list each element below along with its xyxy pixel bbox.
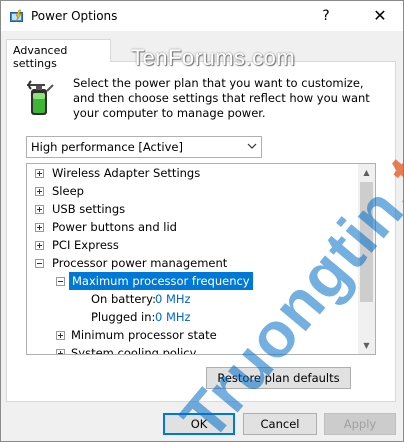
on-battery-value[interactable]: 0 MHz [155, 290, 191, 308]
close-button[interactable]: ✕ [357, 1, 403, 31]
collapse-minus-icon[interactable] [35, 259, 44, 268]
expand-plus-icon[interactable] [56, 331, 65, 340]
plugged-in-value[interactable]: 0 MHz [155, 308, 191, 326]
collapse-minus-icon[interactable] [56, 277, 65, 286]
power-plan-select[interactable]: High performance [Active] [26, 136, 262, 158]
tree-item-label: Minimum processor state [71, 328, 217, 342]
tree-item-plugged-in[interactable]: Plugged in: 0 MHz [27, 308, 327, 326]
tree-item-label: System cooling policy [71, 346, 197, 355]
tenforums-watermark: TenForums.com [131, 45, 296, 70]
tree-item-on-battery[interactable]: On battery: 0 MHz [27, 290, 327, 308]
scroll-up-arrow-icon[interactable]: ▲ [358, 164, 375, 181]
expand-plus-icon[interactable] [35, 187, 44, 196]
ok-button[interactable]: OK [163, 413, 235, 435]
battery-power-icon [23, 79, 57, 117]
tab-advanced-settings[interactable]: Advanced settings [6, 39, 111, 70]
tree-item-label: Sleep [52, 184, 84, 198]
plugged-in-label: Plugged in: [91, 310, 156, 324]
scroll-thumb[interactable] [360, 182, 373, 302]
power-options-window: Power Options ? ✕ Advanced settings TenF… [0, 0, 404, 442]
tree-item-label: Processor power management [52, 256, 228, 270]
on-battery-label: On battery: [91, 292, 157, 306]
restore-plan-defaults-button[interactable]: Restore plan defaults [206, 367, 351, 389]
expand-plus-icon[interactable] [35, 169, 44, 178]
apply-button[interactable]: Apply [324, 413, 396, 435]
help-button[interactable]: ? [303, 1, 349, 31]
title-bar[interactable]: Power Options ? ✕ [1, 1, 403, 31]
tree-scrollbar[interactable]: ▲ ▼ [358, 164, 375, 354]
expand-plus-icon[interactable] [56, 349, 65, 354]
expand-plus-icon[interactable] [35, 241, 44, 250]
window-title: Power Options [31, 9, 118, 23]
intro-text: Select the power plan that you want to c… [73, 76, 370, 120]
chevron-down-icon [247, 139, 257, 156]
expand-plus-icon[interactable] [35, 205, 44, 214]
expand-plus-icon[interactable] [35, 223, 44, 232]
tree-item-label: PCI Express [52, 238, 119, 252]
tree-item-label: USB settings [52, 202, 126, 216]
cancel-button[interactable]: Cancel [243, 413, 317, 435]
tree-item-label: Wireless Adapter Settings [52, 166, 201, 180]
settings-tree[interactable]: Wireless Adapter Settings Sleep USB sett… [26, 163, 376, 355]
tree-item-label-selected: Maximum processor frequency [69, 272, 253, 290]
power-plan-value: High performance [Active] [31, 140, 183, 154]
tree-item-label: Power buttons and lid [52, 220, 177, 234]
power-options-icon [10, 9, 25, 23]
scroll-down-arrow-icon[interactable]: ▼ [358, 337, 375, 354]
